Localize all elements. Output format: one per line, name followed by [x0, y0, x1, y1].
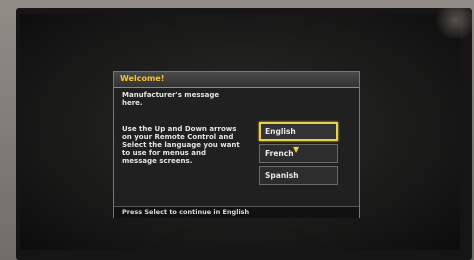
instruction-line: message screens. [122, 157, 193, 165]
language-label: French [265, 149, 294, 158]
footer-hint: Press Select to continue in English [122, 208, 250, 216]
language-option-french[interactable]: French ▼ [259, 144, 338, 163]
message-line: here. [122, 99, 143, 107]
instruction-line: Use the Up and Down arrows [122, 125, 237, 133]
dialog-header: Welcome! [114, 72, 359, 88]
dialog-title: Welcome! [120, 74, 165, 83]
language-label: English [265, 127, 296, 136]
language-option-spanish[interactable]: Spanish [259, 166, 338, 185]
footer-bar: Press Select to continue in English [114, 206, 359, 218]
language-list: English French ▼ Spanish [259, 122, 338, 188]
photo-scene: Welcome! Manufacturer's message here. Us… [0, 0, 474, 260]
room-reflection [432, 8, 472, 38]
message-line: Manufacturer's message [122, 91, 220, 99]
language-label: Spanish [265, 171, 299, 180]
manufacturer-message: Manufacturer's message here. [122, 91, 227, 107]
instruction-line: Select the language you want [122, 141, 240, 149]
language-option-english[interactable]: English [259, 122, 338, 141]
welcome-dialog: Welcome! Manufacturer's message here. Us… [113, 71, 360, 218]
instruction-line: to use for menus and [122, 149, 206, 157]
chevron-down-icon: ▼ [293, 145, 300, 154]
instructions-text: Use the Up and Down arrows on your Remot… [122, 125, 242, 165]
instruction-line: on your Remote Control and [122, 133, 234, 141]
